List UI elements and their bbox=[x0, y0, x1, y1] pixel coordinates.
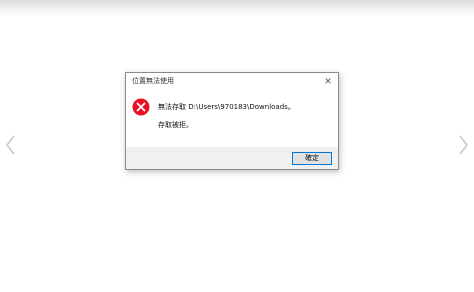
dialog-titlebar: 位置無法使用 ✕ bbox=[126, 73, 338, 91]
close-button[interactable]: ✕ bbox=[320, 74, 336, 90]
error-detail: 存取被拒。 bbox=[158, 121, 193, 129]
dialog-title: 位置無法使用 bbox=[132, 77, 174, 85]
error-message: 無法存取 D:\Users\970183\Downloads。 bbox=[158, 103, 295, 111]
chevron-right-icon[interactable] bbox=[455, 134, 471, 156]
dialog-content: 無法存取 D:\Users\970183\Downloads。 存取被拒。 bbox=[126, 91, 338, 147]
chevron-left-icon[interactable] bbox=[3, 134, 19, 156]
error-icon bbox=[132, 98, 150, 116]
ok-button[interactable]: 確定 bbox=[292, 152, 332, 165]
top-shadow bbox=[0, 0, 474, 16]
dialog-footer: 確定 bbox=[126, 147, 338, 169]
error-dialog: 位置無法使用 ✕ 無法存取 D:\Users\970183\Downloads。… bbox=[125, 72, 339, 170]
